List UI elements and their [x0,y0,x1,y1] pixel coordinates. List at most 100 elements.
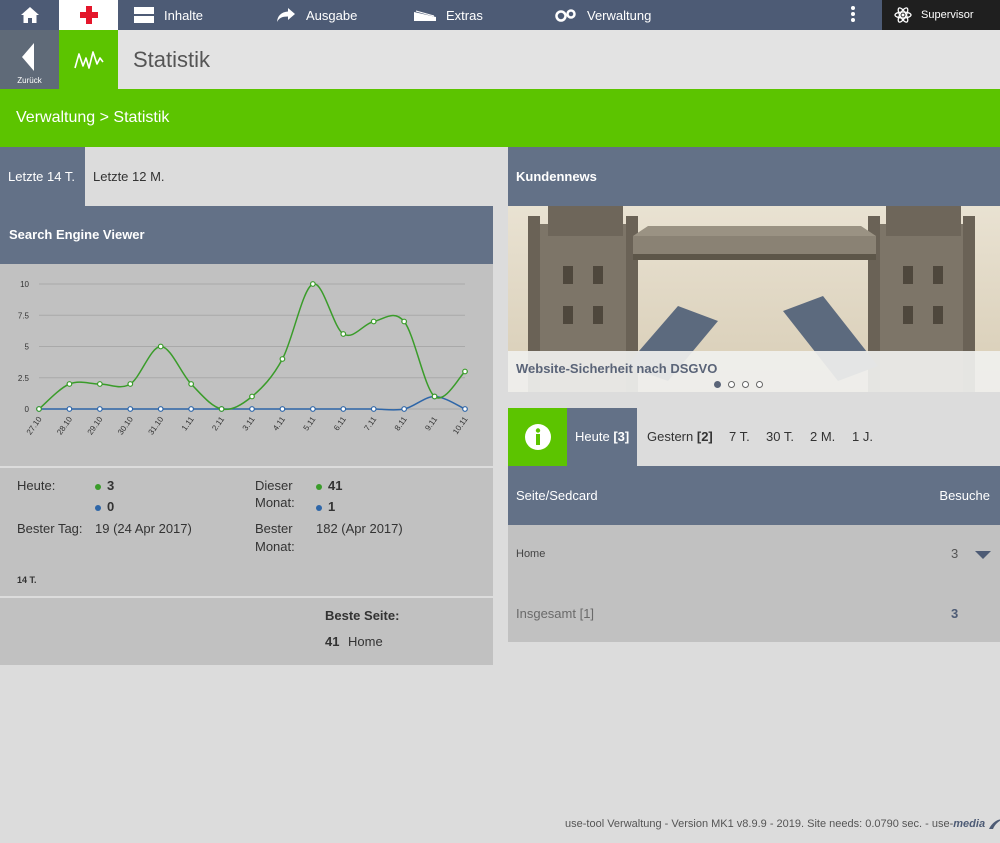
data-point [218,406,225,412]
caret-down-icon[interactable] [975,551,991,559]
data-point [249,393,255,400]
y-tick-label: 2.5 [18,374,30,383]
best-day-value: 19 (24 Apr 2017) [95,521,192,536]
top-navigation-bar: Inhalte Ausgabe Extras Verwaltung Superv… [0,0,1000,30]
tab-last-14-days[interactable]: Letzte 14 T. [0,147,85,206]
column-page: Seite/Sedcard [516,488,598,503]
table-total-row: Insgesamt [1] 3 [508,583,1000,642]
carousel-dot[interactable] [728,381,735,388]
data-point [66,381,73,387]
tab-yesterday[interactable]: Gestern [2] [647,408,713,466]
first-aid-button[interactable] [59,0,118,30]
data-point [370,318,377,325]
best-day-label: Bester Tag: [17,521,83,536]
x-tick-label: 10.11 [451,415,470,437]
tab-1-year[interactable]: 1 J. [852,408,873,466]
home-icon [20,7,39,23]
data-point [96,381,103,387]
content-icon [134,7,154,23]
home-button[interactable] [0,0,59,30]
row-page: Home [516,548,546,560]
visits-chart: 0 2.5 5 7.5 10 27.10 28.10 29.10 30.10 31.10 1.11 2… [0,264,493,466]
nav-label: Verwaltung [587,7,652,23]
tab-today[interactable]: Heute [3] [567,408,638,466]
data-point [462,406,468,412]
y-tick-label: 0 [25,405,30,414]
info-icon [524,424,551,450]
today-label: Heute: [17,478,56,493]
tab-7-days[interactable]: 7 T. [729,408,750,466]
x-tick-label: 27.10 [25,415,44,437]
data-point [401,318,408,325]
tab-30-days[interactable]: 30 T. [766,408,794,466]
x-tick-label: 31.10 [146,415,165,437]
x-tick-label: 4.11 [271,415,287,433]
data-point [279,356,286,362]
statistics-summary: Heute: 3 0 Dieser Monat: 41 1 Bester Tag… [0,468,493,596]
page-title: Statistik [133,47,211,72]
nav-label: Extras [446,7,483,23]
atom-icon [894,7,912,23]
nav-label: Ausgabe [306,7,358,23]
total-value: 3 [951,606,959,621]
data-point [462,368,468,375]
nav-item-extras[interactable]: Extras [414,0,483,30]
y-tick-label: 10 [20,280,29,289]
footer-brand[interactable]: media [953,818,985,830]
x-tick-label: 29.10 [86,415,105,437]
back-label: Zurück [17,76,42,85]
data-point [127,381,134,387]
tab-2-months[interactable]: 2 M. [810,408,835,466]
best-month-label-1: Bester [255,521,293,536]
customer-news-header: Kundennews [508,147,1000,206]
best-month-label-2: Monat: [255,539,295,554]
statistics-module-icon [59,30,118,89]
this-month-label-2: Monat: [255,495,295,510]
share-arrow-icon [277,8,295,22]
today-green-value: 3 [95,478,114,493]
total-label: Insgesamt [1] [516,606,595,621]
back-button[interactable]: Zurück [0,30,59,89]
x-tick-label: 9.11 [423,415,439,433]
data-point [157,406,164,412]
visits-table-header: Seite/Sedcard Besuche [508,466,1000,525]
user-name: Supervisor [921,9,974,21]
carousel-dot[interactable] [714,381,721,388]
best-month-value: 182 (Apr 2017) [316,521,403,536]
brand-logo-icon [989,819,1000,830]
row-visits: 3 [951,546,959,561]
footer: use-tool Verwaltung - Version MK1 v8.9.9… [565,818,1000,830]
footer-text: use-tool Verwaltung - Version MK1 v8.9.9… [565,818,954,830]
nav-item-inhalte[interactable]: Inhalte [134,0,203,30]
carousel-dot[interactable] [742,381,749,388]
user-menu[interactable]: Supervisor [882,0,1000,30]
x-tick-label: 30.10 [116,415,135,437]
news-caption[interactable]: Website-Sicherheit nach DSGVO [516,361,717,376]
x-tick-label: 8.11 [393,415,409,433]
data-point [188,406,195,412]
table-row[interactable]: Home 3 [508,525,1000,583]
today-blue-value: 0 [95,499,114,514]
carousel-dot[interactable] [756,381,763,388]
nav-item-verwaltung[interactable]: Verwaltung [555,0,651,30]
best-page-panel: Beste Seite: 41 Home [0,598,493,665]
more-menu-icon[interactable] [848,5,858,25]
period-tabs: Letzte 14 T. Letzte 12 M. [0,147,508,206]
tab-last-12-months[interactable]: Letzte 12 M. [85,147,173,206]
x-tick-label: 2.11 [210,415,226,433]
info-button[interactable] [508,408,567,466]
nav-item-ausgabe[interactable]: Ausgabe [276,0,357,30]
column-visits: Besuche [939,488,990,503]
pulse-chart-icon [73,50,104,69]
data-point [157,343,164,350]
best-page-name[interactable]: Home [348,634,383,649]
data-point [279,406,286,412]
data-point [340,331,347,337]
extras-icon [414,10,436,21]
nav-label: Inhalte [164,7,204,23]
line-chart: 0 2.5 5 7.5 10 27.10 28.10 29.10 30.10 31.10 1.11 2… [18,280,470,437]
month-green-value: 41 [316,478,342,493]
data-point [66,406,73,412]
y-tick-label: 7.5 [18,311,30,320]
data-point [401,406,408,412]
